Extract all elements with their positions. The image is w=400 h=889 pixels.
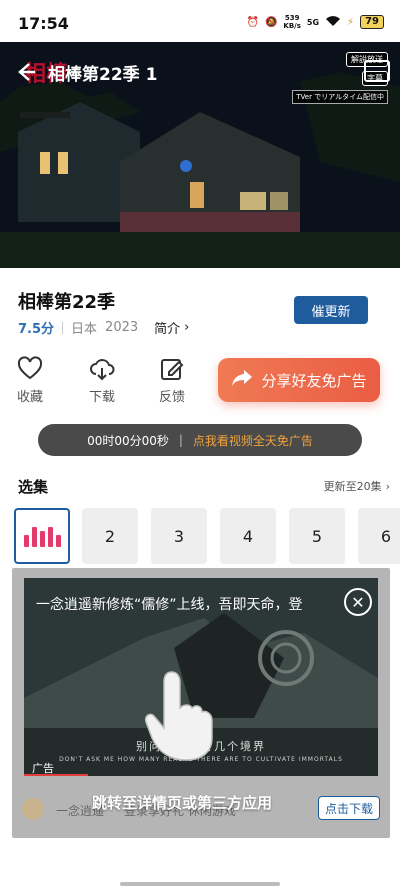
close-icon[interactable]: ✕ — [344, 588, 372, 616]
intro-label: 简介 — [154, 322, 181, 337]
charging-icon: ⚡ — [347, 16, 355, 28]
ad-free-timer-banner[interactable]: 00时00分00秒 | 点我看视频全天免广告 — [38, 424, 362, 456]
episodes-header: 选集 更新至20集 › — [0, 472, 400, 502]
net-speed-value: 539 — [284, 14, 300, 22]
share-label: 分享好友免广告 — [261, 371, 367, 390]
show-title: 相棒第22季 — [18, 292, 116, 313]
tap-hand-icon — [144, 671, 213, 761]
timer-value: 00时00分00秒 — [87, 433, 169, 448]
actions-row: 收藏 下载 反馈 分享好友免广告 — [0, 352, 400, 412]
ad-app-avatar — [22, 798, 44, 820]
status-icons: ⏰ 🔕 539 KB/s 5G ⚡ 79 — [247, 14, 384, 30]
mute-icon: 🔕 — [264, 16, 278, 28]
status-bar: 17:54 ⏰ 🔕 539 KB/s 5G ⚡ 79 — [0, 0, 400, 46]
chevron-right-icon: › — [385, 479, 390, 493]
video-player[interactable]: 相棒 相棒第22季 1 解説放送 字幕 TVer でリアルタイム配信中 — [0, 42, 400, 268]
playing-bars-icon — [23, 525, 61, 547]
meta-divider — [62, 321, 64, 334]
cast-icon[interactable] — [364, 60, 390, 82]
share-arrow-icon — [231, 369, 253, 391]
net-speed: 539 KB/s — [283, 14, 300, 30]
signal-label: 5G — [306, 17, 320, 27]
episode-tile[interactable]: 4 — [220, 508, 276, 564]
net-speed-unit: KB/s — [283, 22, 301, 30]
ad-overlay[interactable]: 一念逍遥新修炼“儒修”上线，吾即天命，登 ✕ 别问我修仙有几个境界 DON'T … — [12, 568, 390, 838]
episode-tile[interactable]: 2 — [82, 508, 138, 564]
episodes-update-link[interactable]: 更新至20集 › — [324, 478, 390, 494]
cloud-download-icon — [89, 356, 115, 382]
feedback-button[interactable]: 反馈 — [152, 356, 192, 405]
show-info: 相棒第22季 7.5分 日本 2023 简介 › 催更新 — [0, 268, 400, 348]
home-indicator[interactable] — [120, 882, 280, 886]
edit-note-icon — [159, 356, 185, 382]
share-ad-free-button[interactable]: 分享好友免广告 — [218, 358, 380, 402]
favorite-label: 收藏 — [16, 390, 43, 405]
video-title-row: 相棒第22季 1 — [12, 58, 157, 86]
episode-list: 2 3 4 5 6 — [14, 508, 400, 564]
rating: 7.5分 — [18, 322, 55, 337]
chevron-right-icon: › — [184, 320, 190, 335]
ad-video[interactable]: 一念逍遥新修炼“儒修”上线，吾即天命，登 ✕ 别问我修仙有几个境界 DON'T … — [24, 578, 378, 776]
request-update-button[interactable]: 催更新 — [294, 296, 368, 324]
ad-headline: 一念逍遥新修炼“儒修”上线，吾即天命，登 — [36, 597, 303, 613]
ad-download-button[interactable]: 点击下载 — [318, 796, 380, 820]
favorite-button[interactable]: 收藏 — [10, 356, 50, 405]
feedback-label: 反馈 — [158, 390, 185, 405]
battery-level: 79 — [360, 15, 384, 29]
back-arrow-icon[interactable] — [12, 58, 40, 86]
timer-promo: 点我看视频全天免广告 — [192, 433, 313, 448]
video-title: 相棒第22季 1 — [48, 64, 158, 85]
status-time: 17:54 — [18, 13, 69, 33]
episode-tile[interactable]: 5 — [289, 508, 345, 564]
intro-link[interactable]: 简介 › — [154, 318, 189, 337]
episode-tile[interactable]: 6 — [358, 508, 400, 564]
alarm-icon: ⏰ — [246, 16, 259, 28]
region: 日本 — [71, 322, 98, 337]
show-meta: 7.5分 日本 2023 简介 › — [18, 318, 189, 337]
year: 2023 — [105, 320, 139, 335]
ad-footer: 一念逍遥 登录享好礼 休闲游戏 跳转至详情页或第三方应用 点击下载 — [12, 786, 390, 830]
episode-tile[interactable]: 3 — [151, 508, 207, 564]
download-button[interactable]: 下载 — [82, 356, 122, 405]
download-label: 下载 — [88, 390, 115, 405]
ad-jump-text[interactable]: 跳转至详情页或第三方应用 — [92, 792, 272, 813]
tver-badge: TVer でリアルタイム配信中 — [292, 90, 388, 104]
heart-icon — [17, 356, 43, 382]
wifi-icon — [325, 15, 341, 30]
timer-divider: | — [178, 433, 183, 447]
episodes-update-status: 更新至20集 — [323, 480, 382, 493]
episodes-title: 选集 — [18, 478, 49, 496]
episode-tile-playing[interactable] — [14, 508, 70, 564]
ad-progress — [24, 774, 88, 776]
